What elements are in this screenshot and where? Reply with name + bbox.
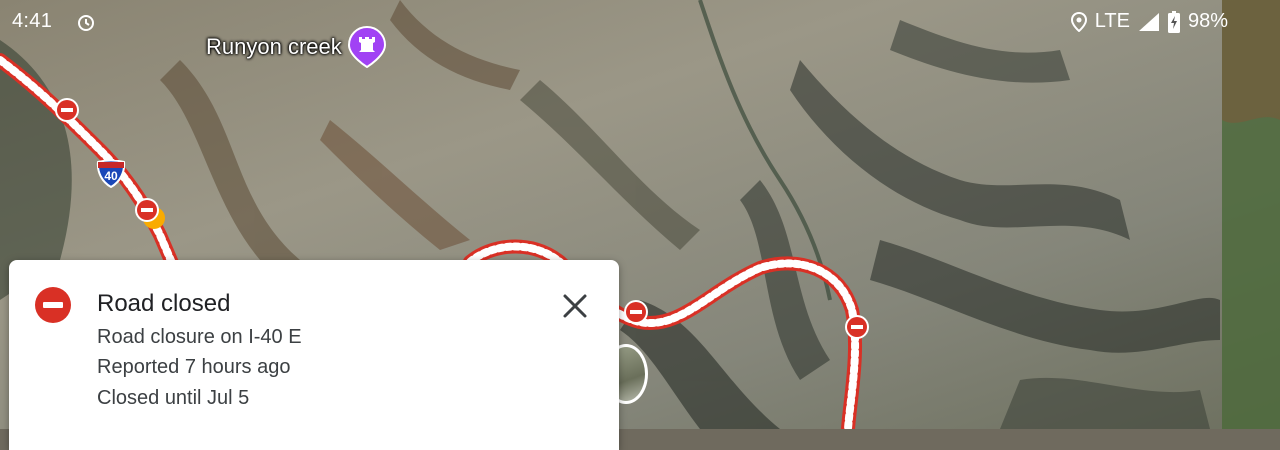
closed-until: Closed until Jul 5 — [97, 387, 250, 409]
alarm-clock-icon — [76, 12, 96, 32]
road-closed-icon — [34, 286, 72, 324]
card-title: Road closed — [97, 290, 231, 317]
road-closed-marker[interactable] — [624, 300, 648, 324]
location-pin-icon — [1070, 11, 1087, 32]
network-type: LTE — [1094, 10, 1130, 32]
highway-shield-number: 40 — [104, 169, 118, 183]
road-closed-marker[interactable] — [55, 98, 79, 122]
close-button[interactable] — [559, 290, 591, 322]
battery-percent: 98% — [1187, 10, 1228, 32]
poi-label: Runyon creek — [206, 34, 342, 59]
battery-charging-icon — [1167, 10, 1180, 33]
reported-time: Reported 7 hours ago — [97, 356, 291, 378]
close-icon — [559, 294, 591, 326]
status-time: 4:41 — [12, 10, 53, 32]
castle-icon — [347, 26, 386, 68]
cell-signal-icon — [1138, 12, 1160, 32]
interstate-shield-icon: 40 — [96, 159, 126, 189]
road-closed-card: Road closed Road closure on I-40 E Repor… — [9, 260, 619, 450]
road-closed-marker[interactable] — [845, 315, 869, 339]
closure-description: Road closure on I-40 E — [97, 326, 302, 348]
poi-runyon-creek[interactable]: Runyon creek — [206, 26, 386, 68]
status-bar: 4:41 LTE 98% — [0, 0, 1280, 44]
